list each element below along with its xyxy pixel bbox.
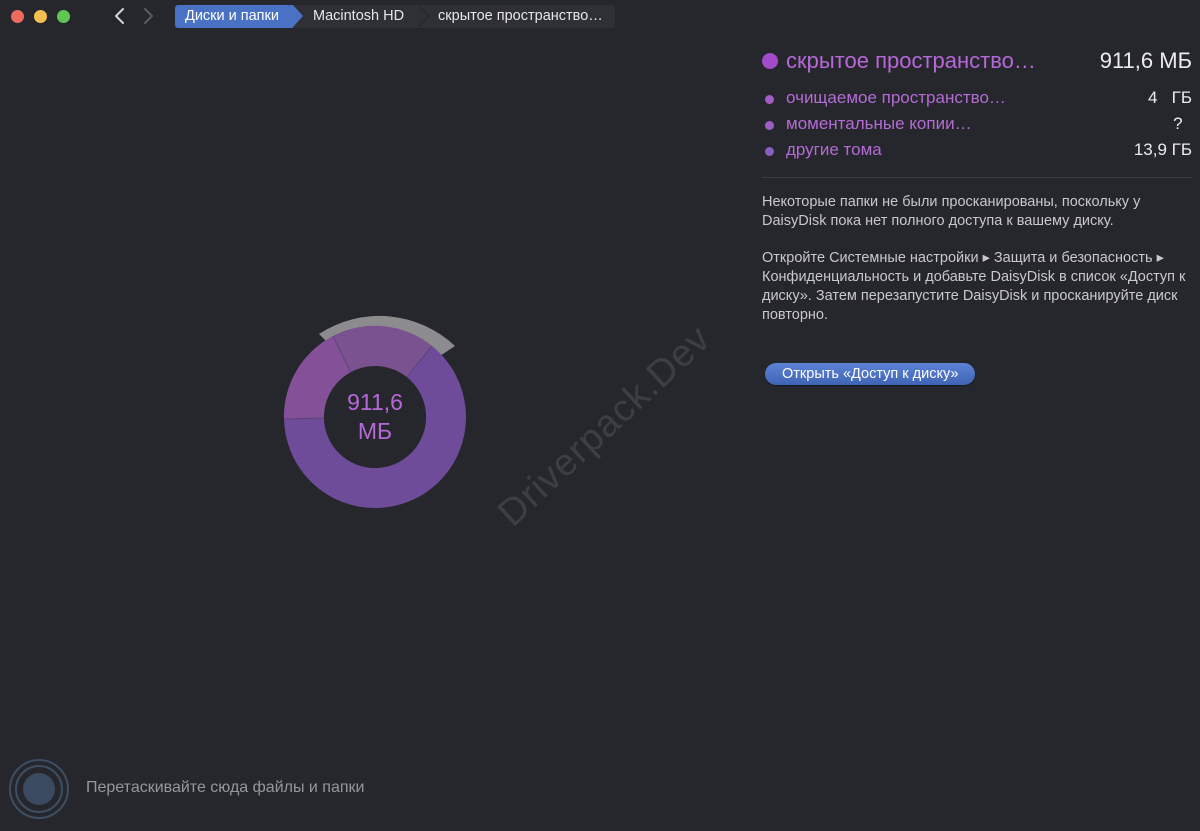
chevron-left-icon [115, 8, 124, 24]
zoom-window-button[interactable] [57, 10, 70, 23]
snapshots-label: моментальные копии… [786, 114, 972, 133]
disk-sunburst-chart[interactable]: 911,6 МБ [260, 270, 500, 530]
other-volumes-color-dot [765, 147, 774, 156]
chart-center-unit: МБ [357, 418, 393, 444]
drop-hint-text: Перетаскивайте сюда файлы и папки [86, 779, 365, 796]
other-volumes-size: 13,9 ГБ [1133, 140, 1192, 159]
snapshots-size: ? [1173, 114, 1192, 133]
snapshots-color-dot [765, 121, 774, 130]
drop-target-svg [9, 759, 69, 819]
permission-instructions-text: Откройте Системные настройки ▸ Защита и … [762, 250, 1186, 323]
chart-center-label: 911,6 МБ [330, 388, 420, 446]
back-button[interactable] [111, 6, 129, 26]
breadcrumb: Диски и папки Macintosh HD скрытое прост… [175, 5, 615, 28]
details-panel: скрытое пространство… 911,6 МБ очищаемое… [762, 45, 1192, 385]
chart-center-value: 911,6 [347, 389, 403, 415]
watermark: Driverpack.Dev [490, 317, 720, 535]
snapshots-row[interactable]: моментальные копии… ? [762, 111, 1192, 137]
hidden-space-row[interactable]: скрытое пространство… 911,6 МБ [762, 45, 1192, 79]
drop-target-icon[interactable] [8, 758, 70, 820]
close-window-button[interactable] [11, 10, 24, 23]
other-volumes-label: другие тома [786, 140, 882, 159]
scan-warning-text: Некоторые папки не были просканированы, … [762, 194, 1141, 229]
hidden-space-color-dot [762, 53, 778, 69]
breadcrumb-hidden-space[interactable]: скрытое пространство… [418, 5, 615, 28]
hidden-space-size: 911,6 МБ [1099, 48, 1192, 73]
panel-divider [762, 177, 1192, 178]
purgeable-space-label: очищаемое пространство… [786, 88, 1006, 107]
title-bar: Диски и папки Macintosh HD скрытое прост… [0, 0, 1200, 34]
minimize-window-button[interactable] [34, 10, 47, 23]
breadcrumb-macintosh-hd[interactable]: Macintosh HD [292, 5, 430, 28]
purgeable-space-size: 4 ГБ [1148, 88, 1192, 107]
chevron-right-icon [144, 8, 153, 24]
other-volumes-row[interactable]: другие тома 13,9 ГБ [762, 137, 1192, 163]
purgeable-space-row[interactable]: очищаемое пространство… 4 ГБ [762, 85, 1192, 111]
purgeable-color-dot [765, 95, 774, 104]
breadcrumb-disks-and-folders[interactable]: Диски и папки [175, 5, 303, 28]
forward-button[interactable] [139, 6, 157, 26]
open-disk-access-button[interactable]: Открыть «Доступ к диску» [765, 363, 976, 385]
hidden-space-label: скрытое пространство… [786, 48, 1036, 73]
